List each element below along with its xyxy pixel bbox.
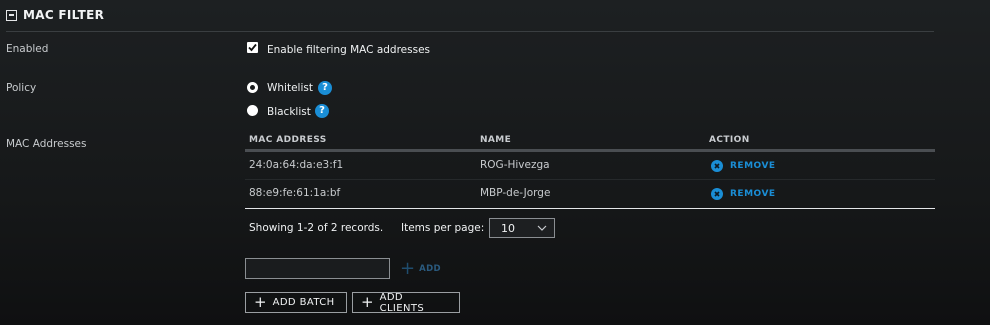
remove-label: REMOVE [730,189,776,199]
mac-addresses-label: MAC Addresses [6,138,87,150]
section-header[interactable]: MAC FILTER [6,5,104,25]
policy-label: Policy [6,82,37,94]
blacklist-radio[interactable] [247,105,258,116]
items-per-page-label: Items per page: [401,222,485,234]
remove-button[interactable]: REMOVE [711,188,776,200]
add-batch-label: ADD BATCH [272,297,335,308]
whitelist-help-icon[interactable]: ? [318,81,332,95]
table-footer-divider [245,208,935,209]
checkmark-icon [248,43,257,52]
add-batch-button[interactable]: + ADD BATCH [245,292,347,313]
enable-filtering-checkbox[interactable] [247,42,258,53]
remove-icon [711,160,723,172]
table-row-name: ROG-Hivezga [480,159,550,171]
collapse-icon[interactable] [6,9,17,21]
remove-icon [711,188,723,200]
blacklist-help-icon[interactable]: ? [315,104,329,118]
add-clients-label: ADD CLIENTS [379,291,425,314]
plus-icon: + [400,258,416,279]
mac-filter-panel: MAC FILTER Enabled Enable filtering MAC … [0,0,990,325]
table-header-divider [245,149,935,152]
items-per-page-value: 10 [501,222,515,235]
row-divider [245,179,935,180]
plus-icon: + [254,293,267,311]
add-label: ADD [419,264,441,274]
table-row-mac: 88:e9:fe:61:1a:bf [249,187,341,199]
records-summary: Showing 1-2 of 2 records. [249,222,384,234]
header-divider [6,31,934,32]
table-row-mac: 24:0a:64:da:e3:f1 [249,159,344,171]
plus-icon: + [361,293,374,311]
blacklist-label[interactable]: Blacklist [267,106,311,118]
column-header-mac[interactable]: MAC ADDRESS [249,135,327,145]
whitelist-label[interactable]: Whitelist [267,82,313,94]
items-per-page-select[interactable]: 10 [489,218,555,238]
mac-address-input[interactable] [245,258,390,279]
table-row-name: MBP-de-Jorge [480,187,551,199]
column-header-action: ACTION [709,135,750,145]
column-header-name[interactable]: NAME [480,135,511,145]
add-clients-button[interactable]: + ADD CLIENTS [352,291,460,314]
remove-label: REMOVE [730,161,776,171]
enable-filtering-label[interactable]: Enable filtering MAC addresses [267,44,430,56]
enabled-label: Enabled [6,43,49,55]
chevron-down-icon [537,225,547,231]
whitelist-radio[interactable] [247,82,258,93]
remove-button[interactable]: REMOVE [711,160,776,172]
add-button[interactable]: + ADD [400,260,441,278]
section-title: MAC FILTER [23,8,105,22]
